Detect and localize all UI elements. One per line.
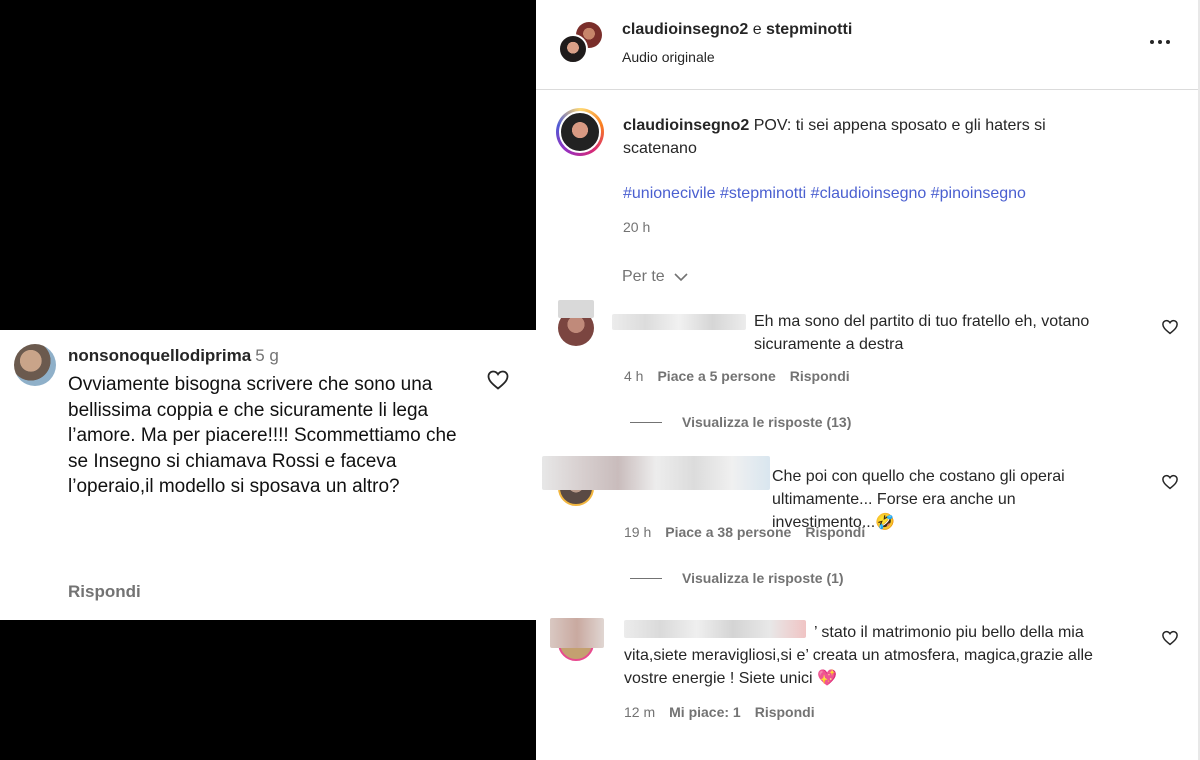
replies-divider <box>630 578 662 579</box>
avatar[interactable] <box>14 344 56 386</box>
comment-text: Eh ma sono del partito di tuo fratello e… <box>754 313 1090 353</box>
chevron-down-icon <box>674 273 688 281</box>
author-username[interactable]: claudioinsegno2 <box>622 21 748 38</box>
reply-button[interactable]: Rispondi <box>805 524 865 540</box>
comment-meta: 4 h Piace a 5 persone Rispondi <box>624 368 864 384</box>
reply-button[interactable]: Rispondi <box>755 704 815 720</box>
comment-meta: 19 h Piace a 38 persone Rispondi <box>624 524 879 540</box>
heart-icon[interactable] <box>1161 473 1179 491</box>
likes-count[interactable]: Mi piace: 1 <box>669 704 741 720</box>
heart-icon[interactable] <box>486 368 510 392</box>
post-panel: claudioinsegno2 e stepminotti Audio orig… <box>536 0 1200 760</box>
caption-time: 20 h <box>623 219 651 235</box>
blurred-username <box>542 456 770 490</box>
audio-label[interactable]: Audio originale <box>622 49 715 65</box>
comment-time: 19 h <box>624 524 652 540</box>
caption: claudioinsegno2 POV: ti sei appena sposa… <box>623 114 1123 160</box>
comment-filter-dropdown[interactable]: Per te <box>622 268 689 286</box>
avatar[interactable] <box>556 108 604 156</box>
replies-divider <box>630 422 662 423</box>
comment-text: ’ stato il matrimonio piu bello della mi… <box>624 624 1093 687</box>
comment-meta: 12 m Mi piace: 1 Rispondi <box>624 704 829 720</box>
author-connector: e <box>748 21 767 38</box>
post-authors: claudioinsegno2 e stepminotti <box>622 21 852 39</box>
filter-label: Per te <box>622 268 665 285</box>
hashtags[interactable]: #unionecivile #stepminotti #claudioinseg… <box>623 185 1026 203</box>
author-username[interactable]: stepminotti <box>766 21 852 38</box>
likes-count[interactable]: Piace a 38 persone <box>665 524 791 540</box>
comment-username[interactable]: nonsonoquellodiprima 5 g <box>68 346 279 366</box>
comment-text: Ovviamente bisogna scrivere che sono una… <box>68 374 457 497</box>
caption-username[interactable]: claudioinsegno2 <box>623 117 749 134</box>
blurred-avatar <box>550 618 604 648</box>
blurred-username <box>612 314 746 330</box>
avatar[interactable] <box>558 34 588 64</box>
comment-time: 5 g <box>255 346 279 365</box>
blurred-avatar <box>558 300 594 318</box>
view-replies-button[interactable]: Visualizza le risposte (13) <box>682 414 851 430</box>
likes-count[interactable]: Piace a 5 persone <box>657 368 775 384</box>
heart-icon[interactable] <box>1161 318 1179 336</box>
more-options-icon[interactable] <box>1148 34 1172 50</box>
username-text[interactable]: nonsonoquellodiprima <box>68 346 251 365</box>
view-replies-button[interactable]: Visualizza le risposte (1) <box>682 570 844 586</box>
heart-icon[interactable] <box>1161 629 1179 647</box>
reply-button[interactable]: Rispondi <box>790 368 850 384</box>
overlay-comment-card: nonsonoquellodiprima 5 g Ovviamente bisog… <box>0 330 536 620</box>
reply-button[interactable]: Rispondi <box>68 582 141 602</box>
comment-time: 4 h <box>624 368 644 384</box>
comment-time: 12 m <box>624 704 656 720</box>
divider <box>536 89 1198 90</box>
